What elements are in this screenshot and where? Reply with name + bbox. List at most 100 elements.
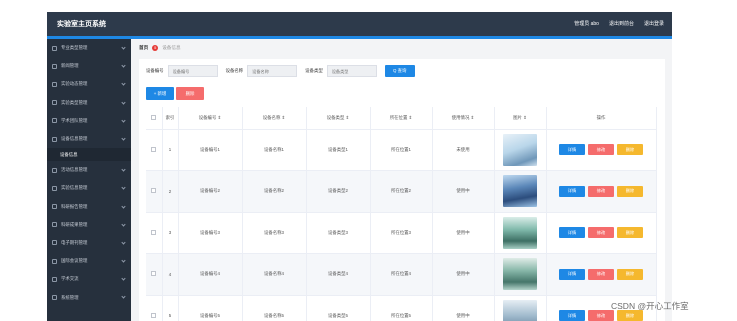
sidebar-item-label: 科研成果管理 xyxy=(61,221,88,227)
table-row: 5 设备编号5 设备名称5 设备类型5 所在位置5 使用中 详情 修改 删除 xyxy=(146,295,657,321)
top-bar: 实验室主页系统 管理员 abo 退出到前台 退出登录 xyxy=(47,12,672,36)
device-name: 设备名称4 xyxy=(242,253,307,296)
device-type-label: 设备类型 xyxy=(305,68,323,73)
award-icon xyxy=(52,222,57,228)
action-bar: + 新增 删除 xyxy=(146,87,204,100)
device-code: 设备编号2 xyxy=(178,170,243,213)
device-type: 设备类型4 xyxy=(306,253,371,296)
sidebar-item-label: 设备信息管理 xyxy=(61,136,88,142)
table-row: 2 设备编号2 设备名称2 设备类型2 所在位置2 使用中 详情 修改 删除 xyxy=(146,170,657,213)
search-bar: 设备编号 设备名称 设备类型 Q 查询 xyxy=(146,65,415,77)
sidebar-item-news[interactable]: 新闻管理 xyxy=(47,57,131,75)
chevron-down-icon xyxy=(121,294,126,300)
current-user: 管理员 abo xyxy=(574,21,599,27)
delete-button[interactable]: 删除 xyxy=(617,227,643,239)
edit-button[interactable]: 修改 xyxy=(588,185,614,197)
device-usage: 使用中 xyxy=(432,295,495,321)
sidebar-item-label: 实验动态管理 xyxy=(61,81,88,87)
device-type-input[interactable] xyxy=(326,65,377,77)
detail-button[interactable]: 详情 xyxy=(559,144,585,156)
sidebar-item-journal[interactable]: 电子期刊管理 xyxy=(47,234,131,252)
breadcrumb-home[interactable]: 首页 xyxy=(139,45,148,51)
sidebar-item-system[interactable]: 系统管理 xyxy=(47,288,131,306)
edit-button[interactable]: 修改 xyxy=(588,268,614,280)
row-checkbox[interactable] xyxy=(151,312,157,318)
add-button[interactable]: + 新增 xyxy=(146,87,174,100)
chevron-down-icon xyxy=(121,63,126,68)
row-checkbox[interactable] xyxy=(151,146,157,152)
news-icon xyxy=(52,63,57,69)
sidebar-item-achievement[interactable]: 科研成果管理 xyxy=(47,216,131,234)
device-code-label: 设备编号 xyxy=(146,68,164,73)
select-all-checkbox[interactable] xyxy=(151,114,157,120)
device-code-input[interactable] xyxy=(167,65,218,77)
device-usage: 使用中 xyxy=(432,253,495,296)
device-location: 所在位置3 xyxy=(370,212,433,254)
chevron-down-icon xyxy=(121,118,126,123)
row-index: 4 xyxy=(162,253,179,296)
column-header[interactable]: 设备编号 ⇕ xyxy=(178,107,243,130)
delete-button[interactable]: 删除 xyxy=(617,144,643,156)
breadcrumb-badge: 5 xyxy=(152,45,159,51)
sidebar-item-experiment[interactable]: 实验信息管理 xyxy=(47,179,131,197)
column-header[interactable]: 图片 ⇕ xyxy=(494,107,547,130)
calendar-icon xyxy=(52,167,57,173)
watermark: CSDN @开心工作室 xyxy=(611,301,689,311)
device-image[interactable] xyxy=(503,258,537,291)
main-content: 首页 5 设备信息 设备编号 设备名称 设备类型 Q 查询 + 新增 删除 xyxy=(139,42,665,321)
device-image[interactable] xyxy=(503,175,537,208)
device-type: 设备类型5 xyxy=(306,295,371,321)
sidebar-item-lab-news[interactable]: 实验动态管理 xyxy=(47,75,131,93)
detail-button[interactable]: 详情 xyxy=(559,310,585,321)
device-usage: 使用中 xyxy=(432,170,495,213)
content-panel: 设备编号 设备名称 设备类型 Q 查询 + 新增 删除 索 xyxy=(139,59,665,321)
column-header[interactable]: 所在位置 ⇕ xyxy=(370,107,433,130)
device-name: 设备名称1 xyxy=(242,129,307,171)
sidebar-item-conference[interactable]: 国际会议管理 xyxy=(47,252,131,270)
batch-delete-button[interactable]: 删除 xyxy=(176,87,204,100)
device-icon xyxy=(52,136,57,142)
sidebar-item-major-type[interactable]: 专业类型管理 xyxy=(47,39,131,57)
column-header[interactable]: 设备类型 ⇕ xyxy=(306,107,371,130)
query-button[interactable]: Q 查询 xyxy=(384,65,415,77)
meeting-icon xyxy=(52,258,57,264)
sidebar-item-lab-type[interactable]: 实验类型管理 xyxy=(47,94,131,112)
chevron-down-icon xyxy=(121,276,126,281)
sidebar-item-device[interactable]: 设备信息管理 xyxy=(47,130,131,148)
logout-link[interactable]: 退出登录 xyxy=(644,20,664,27)
edit-button[interactable]: 修改 xyxy=(588,144,614,156)
column-header[interactable]: 使用情况 ⇕ xyxy=(432,107,495,130)
breadcrumb: 首页 5 设备信息 xyxy=(139,42,665,54)
column-header: 索引 xyxy=(162,107,179,130)
detail-button[interactable]: 详情 xyxy=(559,185,585,197)
device-image[interactable] xyxy=(503,216,537,249)
device-name-input[interactable] xyxy=(247,65,298,77)
sidebar-item-label: 新闻管理 xyxy=(61,63,79,69)
row-checkbox[interactable] xyxy=(151,229,157,235)
delete-button[interactable]: 删除 xyxy=(617,268,643,280)
sidebar: 专业类型管理 新闻管理 实验动态管理 实验类型管理 学术团队管理 设备信息管理 … xyxy=(47,39,131,321)
delete-button[interactable]: 删除 xyxy=(617,185,643,197)
sidebar-item-activity[interactable]: 活动信息管理 xyxy=(47,161,131,179)
device-type: 设备类型2 xyxy=(306,170,371,213)
detail-button[interactable]: 详情 xyxy=(559,268,585,280)
team-icon xyxy=(52,118,57,124)
device-table: 索引 设备编号 ⇕ 设备名称 ⇕ 设备类型 ⇕ 所在位置 ⇕ 使用情况 ⇕ 图片… xyxy=(146,107,657,321)
row-index: 1 xyxy=(162,129,179,171)
device-image[interactable] xyxy=(503,133,537,166)
app-window: 实验室主页系统 管理员 abo 退出到前台 退出登录 专业类型管理 新闻管理 实… xyxy=(47,12,672,321)
row-checkbox[interactable] xyxy=(151,271,157,277)
device-image[interactable] xyxy=(503,299,537,321)
row-index: 5 xyxy=(162,295,179,321)
sidebar-item-team[interactable]: 学术团队管理 xyxy=(47,112,131,130)
column-header[interactable]: 设备名称 ⇕ xyxy=(242,107,307,130)
breadcrumb-current: 设备信息 xyxy=(162,45,181,50)
row-checkbox[interactable] xyxy=(151,188,157,194)
table-header-row: 索引 设备编号 ⇕ 设备名称 ⇕ 设备类型 ⇕ 所在位置 ⇕ 使用情况 ⇕ 图片… xyxy=(146,107,657,130)
sidebar-item-report[interactable]: 科研报告管理 xyxy=(47,198,131,216)
sidebar-subitem-device-info[interactable]: 设备信息 xyxy=(47,148,131,162)
detail-button[interactable]: 详情 xyxy=(559,227,585,239)
back-to-frontend-link[interactable]: 退出到前台 xyxy=(609,20,634,27)
sidebar-item-exchange[interactable]: 学术交流 xyxy=(47,270,131,288)
edit-button[interactable]: 修改 xyxy=(588,227,614,239)
